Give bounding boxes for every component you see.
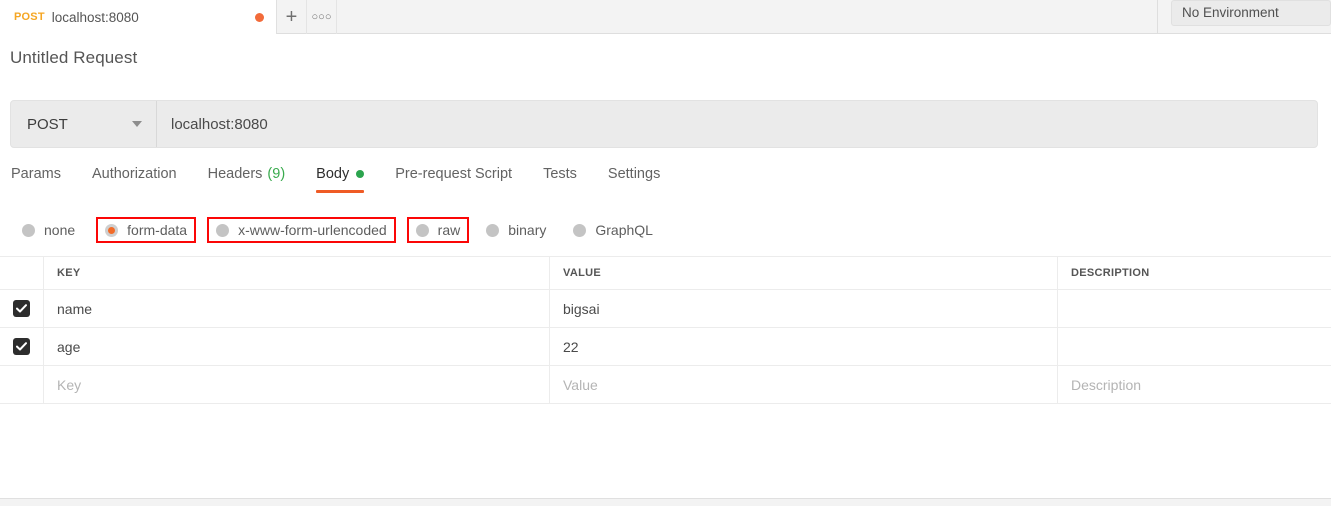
http-method-label: POST [27,116,68,133]
table-row: age 22 [0,328,1331,366]
row-key-text: name [57,301,92,317]
environment-selector[interactable]: No Environment [1171,0,1331,26]
check-icon [16,304,27,313]
body-type-x-www-form-urlencoded[interactable]: x-www-form-urlencoded [207,217,396,243]
table-row: name bigsai [0,290,1331,328]
tab-tests[interactable]: Tests [543,166,577,193]
tab-strip-spacer [337,0,1157,33]
body-type-graphql-label: GraphQL [595,222,653,238]
new-tab-button[interactable]: + [277,0,307,34]
header-cell-checkbox [0,257,44,289]
new-key-placeholder: Key [57,377,81,393]
new-description-input[interactable]: Description [1058,366,1331,403]
body-type-form-data-label: form-data [127,222,187,238]
row-value-cell[interactable]: bigsai [550,290,1058,327]
row-checkbox-cell [0,328,44,365]
body-type-radio-group: none form-data x-www-form-urlencoded raw… [0,214,1331,246]
table-header-row: KEY VALUE DESCRIPTION [0,257,1331,290]
headers-count-badge: (9) [267,166,285,182]
page-title: Untitled Request [10,48,137,68]
row-key-cell[interactable]: age [44,328,550,365]
row-enabled-checkbox[interactable] [13,338,30,355]
tab-authorization[interactable]: Authorization [92,166,177,193]
tab-settings-label: Settings [608,166,660,182]
body-type-binary-label: binary [508,222,546,238]
tab-headers[interactable]: Headers (9) [208,166,286,193]
tab-method-label: POST [14,11,45,23]
tab-settings[interactable]: Settings [608,166,660,193]
header-cell-description: DESCRIPTION [1058,257,1331,289]
tab-pre-request-script-label: Pre-request Script [395,166,512,182]
new-key-input[interactable]: Key [44,366,550,403]
row-checkbox-cell [0,290,44,327]
tab-params[interactable]: Params [11,166,61,193]
tab-pre-request-script[interactable]: Pre-request Script [395,166,512,193]
environment-selected-label: No Environment [1182,5,1279,20]
tab-params-label: Params [11,166,61,182]
row-description-cell[interactable] [1058,328,1331,365]
url-bar: POST localhost:8080 [10,100,1318,148]
radio-icon-x-www-form-urlencoded [216,224,229,237]
unsaved-changes-dot [255,13,264,22]
tab-tests-label: Tests [543,166,577,182]
row-key-cell[interactable]: name [44,290,550,327]
tab-options-button[interactable]: ○○○ [307,0,337,34]
body-present-dot-icon [356,170,364,178]
radio-icon-graphql [573,224,586,237]
header-cell-value: VALUE [550,257,1058,289]
new-value-placeholder: Value [563,377,598,393]
body-type-binary[interactable]: binary [480,219,552,241]
body-type-form-data[interactable]: form-data [96,217,196,243]
url-text: localhost:8080 [171,116,268,133]
tab-authorization-label: Authorization [92,166,177,182]
header-cell-key: KEY [44,257,550,289]
placeholder-checkbox-cell [0,366,44,403]
status-bar [0,498,1331,506]
request-section-tabs: Params Authorization Headers (9) Body Pr… [0,166,1331,204]
body-type-none[interactable]: none [16,219,81,241]
tab-body-label: Body [316,166,349,182]
body-type-raw[interactable]: raw [407,217,470,243]
radio-icon-binary [486,224,499,237]
form-data-table: KEY VALUE DESCRIPTION name bigsai [0,256,1331,404]
body-type-graphql[interactable]: GraphQL [567,219,659,241]
row-enabled-checkbox[interactable] [13,300,30,317]
new-value-input[interactable]: Value [550,366,1058,403]
radio-icon-none [22,224,35,237]
chevron-down-icon [132,121,142,127]
request-tab-strip: POST localhost:8080 + ○○○ No Environment [0,0,1331,34]
radio-icon-form-data [105,224,118,237]
check-icon [16,342,27,351]
request-tab-localhost[interactable]: POST localhost:8080 [0,0,277,34]
table-placeholder-row: Key Value Description [0,366,1331,404]
plus-icon: + [286,7,298,27]
tab-title-label: localhost:8080 [52,10,249,25]
ellipsis-icon: ○○○ [312,11,332,23]
row-description-cell[interactable] [1058,290,1331,327]
row-value-text: bigsai [563,301,600,317]
http-method-select[interactable]: POST [11,101,157,147]
tab-body[interactable]: Body [316,166,364,193]
row-key-text: age [57,339,80,355]
body-type-x-www-form-urlencoded-label: x-www-form-urlencoded [238,222,387,238]
radio-icon-raw [416,224,429,237]
tab-headers-label: Headers [208,166,263,182]
url-input[interactable]: localhost:8080 [157,101,1317,147]
body-type-none-label: none [44,222,75,238]
row-value-text: 22 [563,339,579,355]
environment-area: No Environment [1158,0,1331,33]
row-value-cell[interactable]: 22 [550,328,1058,365]
new-description-placeholder: Description [1071,377,1141,393]
body-type-raw-label: raw [438,222,461,238]
